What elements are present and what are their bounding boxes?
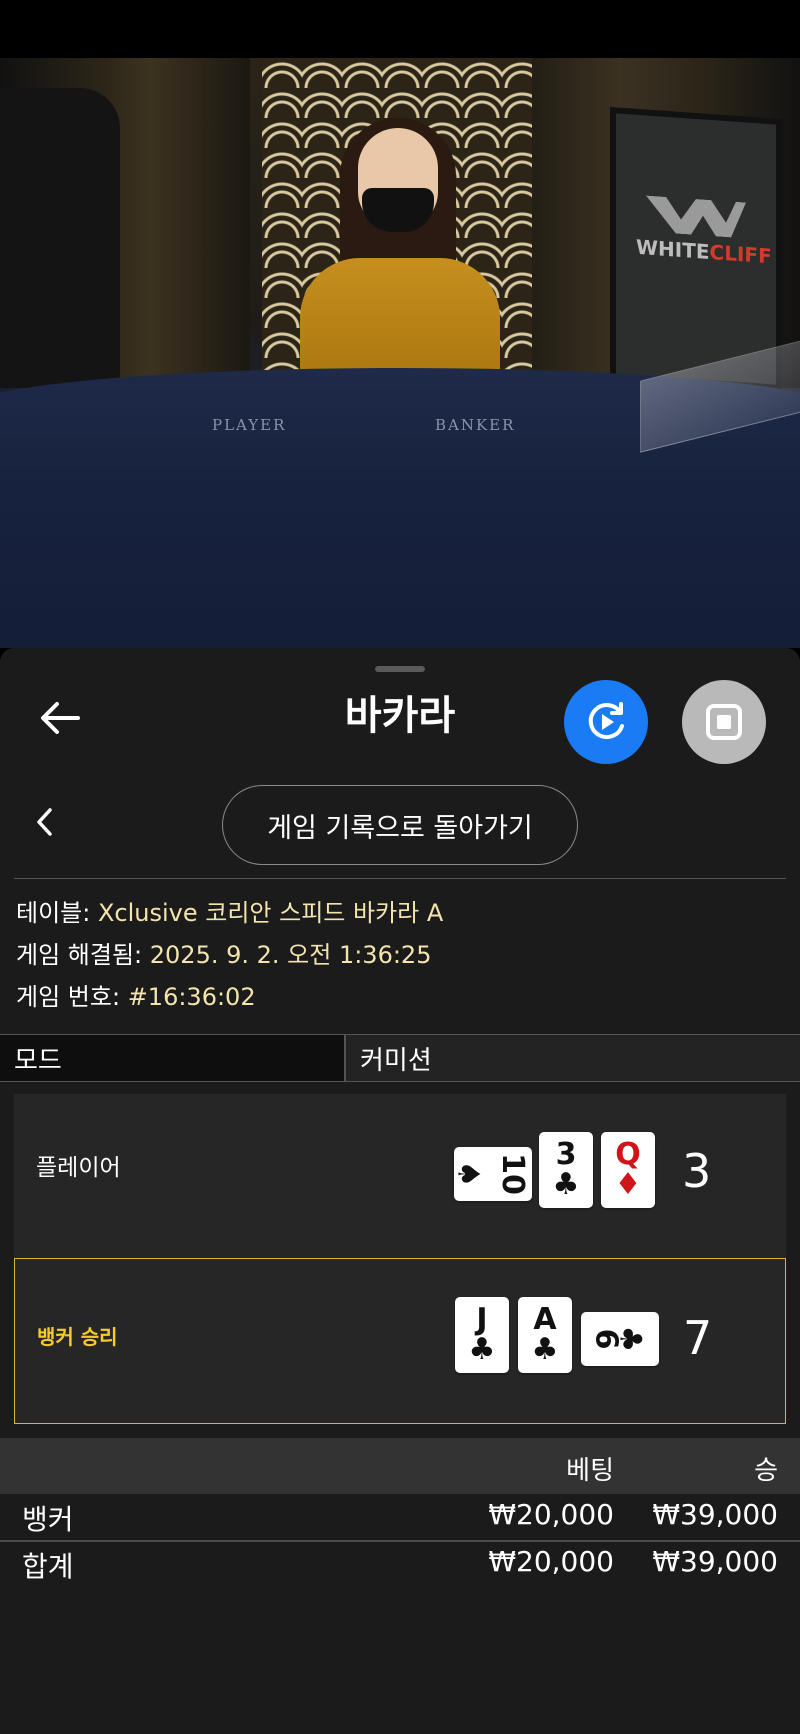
banker-card-3: 6 ♣ [581, 1312, 659, 1366]
page-title: 바카라 [344, 693, 456, 739]
banker-card-2: A ♣ [518, 1297, 572, 1373]
info-table-value: Xclusive 코리안 스피드 바카라 A [97, 899, 444, 927]
info-resolved-value: 2025. 9. 2. 오전 1:36:25 [149, 941, 432, 969]
bet-column-header: 베팅 [566, 1456, 614, 1486]
banker-card-1: J ♣ [455, 1297, 509, 1373]
total-label: 합계 [22, 1550, 74, 1583]
drag-handle[interactable] [375, 666, 425, 672]
table-row: 뱅커 ₩20,000 ₩39,000 [0, 1494, 800, 1540]
banker-hand: 뱅커 승리 J ♣ A ♣ 6 ♣ 7 [14, 1258, 786, 1424]
tab-commission[interactable]: 커미션 [346, 1035, 800, 1081]
banker-win-label: 뱅커 승리 [37, 1325, 118, 1349]
bet-amount: ₩20,000 [488, 1498, 614, 1531]
player-label: 플레이어 [36, 1155, 121, 1181]
hand-outcomes: 플레이어 ♠ 10 3 ♣ Q ♦ 3 뱅커 승리 J ♣ A ♣ 6 ♣ 7 [14, 1094, 786, 1424]
stop-button[interactable] [682, 680, 766, 764]
info-resolved-label: 게임 해결됨: [16, 941, 143, 969]
bet-table-header: 베팅 승 [0, 1438, 800, 1494]
player-card-3: Q ♦ [601, 1132, 655, 1208]
status-bar [0, 0, 800, 58]
player-card-1-suit: ♠ [450, 1160, 486, 1188]
croupier [0, 88, 120, 388]
player-card-2-suit: ♣ [552, 1167, 580, 1202]
info-resolved: 게임 해결됨: 2025. 9. 2. 오전 1:36:25 [16, 938, 431, 972]
felt-player-label: PLAYER [212, 416, 287, 434]
divider [14, 878, 786, 879]
banker-card-1-rank: J [476, 1302, 488, 1337]
banker-card-2-suit: ♣ [531, 1332, 559, 1367]
player-card-3-suit: ♦ [614, 1167, 642, 1202]
replay-button[interactable] [564, 680, 648, 764]
dealer [290, 88, 520, 398]
tab-mode[interactable]: 모드 [0, 1035, 346, 1081]
back-to-history-button[interactable]: 게임 기록으로 돌아가기 [222, 785, 578, 865]
table-row-total: 합계 ₩20,000 ₩39,000 [0, 1541, 800, 1587]
player-score: 3 [682, 1144, 712, 1198]
live-video: WHITECLIFF PLAYER BANKER [0, 58, 800, 648]
info-number-label: 게임 번호: [16, 983, 121, 1011]
banker-score: 7 [683, 1311, 713, 1365]
banker-card-2-rank: A [533, 1302, 557, 1337]
brand-logo-icon [646, 196, 746, 239]
brand-logo: WHITECLIFF [636, 234, 772, 269]
info-table: 테이블: Xclusive 코리안 스피드 바카라 A [16, 896, 443, 930]
replay-icon [588, 702, 624, 740]
previous-button[interactable] [30, 802, 60, 842]
total-bet: ₩20,000 [488, 1545, 614, 1578]
banker-card-3-suit: ♣ [612, 1325, 648, 1353]
felt-banker-label: BANKER [435, 416, 516, 434]
info-table-label: 테이블: [16, 899, 91, 927]
tab-bar: 모드 커미션 [0, 1034, 800, 1082]
player-card-1: ♠ 10 [450, 1147, 532, 1201]
player-card-1-rank: 10 [494, 1153, 530, 1195]
player-card-3-rank: Q [615, 1137, 641, 1172]
player-card-2: 3 ♣ [539, 1132, 593, 1208]
banker-card-1-suit: ♣ [468, 1332, 496, 1367]
info-number-value: #16:36:02 [127, 983, 256, 1011]
game-history-panel: 바카라 게임 기록으로 돌아가기 테이블: Xclusive 코리안 스피드 바… [0, 648, 800, 1734]
win-column-header: 승 [754, 1456, 778, 1486]
win-amount: ₩39,000 [652, 1498, 778, 1531]
total-win: ₩39,000 [652, 1545, 778, 1578]
player-card-2-rank: 3 [555, 1137, 577, 1172]
stop-icon [706, 704, 742, 740]
player-hand: 플레이어 ♠ 10 3 ♣ Q ♦ 3 [14, 1094, 786, 1254]
info-number: 게임 번호: #16:36:02 [16, 980, 256, 1014]
bet-name: 뱅커 [22, 1503, 74, 1536]
brand-monitor: WHITECLIFF [610, 106, 782, 392]
chevron-left-icon [37, 808, 52, 836]
